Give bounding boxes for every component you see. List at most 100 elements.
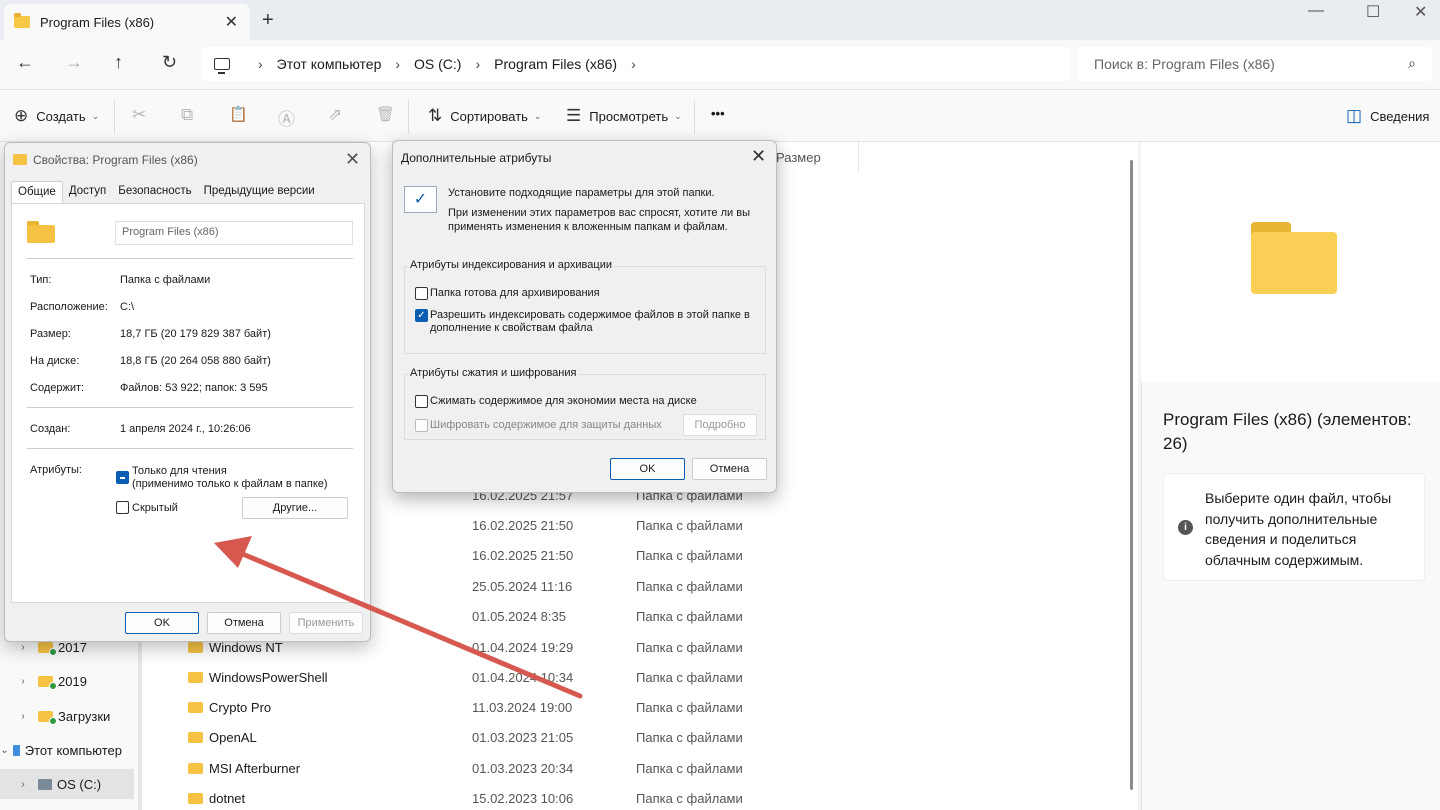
row-type: Папка с файлами xyxy=(636,669,743,685)
toolbar-divider xyxy=(694,100,695,134)
tree-item-drive-c[interactable]: › OS (C:) xyxy=(0,769,134,799)
hidden-checkbox[interactable] xyxy=(116,501,129,514)
row-name-label: Crypto Pro xyxy=(209,699,272,715)
crumb-folder[interactable]: Program Files (x86) xyxy=(494,56,617,72)
copy-icon[interactable]: ⧉ xyxy=(181,105,193,125)
ok-button[interactable]: OK xyxy=(125,612,199,634)
search-icon[interactable]: ⌕ xyxy=(1408,55,1416,72)
general-panel xyxy=(11,203,365,603)
apply-button[interactable]: Применить xyxy=(289,612,363,634)
properties-dialog: Свойства: Program Files (x86) ✕ Общие До… xyxy=(4,142,371,642)
file-list-scrollbar[interactable] xyxy=(1130,160,1133,790)
ok-button[interactable]: OK xyxy=(610,458,685,480)
refresh-button[interactable]: ↻ xyxy=(162,52,177,73)
crumb-drive[interactable]: OS (C:) xyxy=(414,56,461,72)
close-window-button[interactable]: ✕ xyxy=(1414,2,1427,22)
crumb-this-pc[interactable]: Этот компьютер xyxy=(277,56,382,72)
breadcrumb-separator[interactable]: › xyxy=(475,56,480,72)
tree-item-this-pc[interactable]: ⌄ Этот компьютер xyxy=(0,735,122,765)
view-icon: ☰ xyxy=(566,106,582,125)
compress-checkbox[interactable] xyxy=(415,395,428,408)
breadcrumb-separator[interactable]: › xyxy=(631,56,636,72)
row-type: Папка с файлами xyxy=(636,608,743,624)
minimize-button[interactable]: — xyxy=(1308,2,1324,20)
row-type: Папка с файлами xyxy=(636,578,743,594)
table-row[interactable]: OpenAL 01.03.2023 21:05 Папка с файлами xyxy=(142,722,1138,752)
search-input[interactable]: Поиск в: Program Files (x86) ⌕ xyxy=(1078,47,1432,81)
row-date: 01.04.2024 19:29 xyxy=(472,639,574,655)
row-date: 01.04.2024 10:34 xyxy=(472,669,574,685)
view-button[interactable]: ☰ Просмотреть ⌄ xyxy=(566,106,682,126)
advanced-button[interactable]: Другие... xyxy=(242,497,348,519)
tree-item-label: Загрузки xyxy=(58,708,111,724)
view-label: Просмотреть xyxy=(589,108,669,124)
chevron-right-icon[interactable]: › xyxy=(12,779,34,790)
readonly-label-line1: Только для чтения xyxy=(132,465,227,477)
created-value: 1 апреля 2024 г., 10:26:06 xyxy=(120,423,251,435)
row-name: Crypto Pro xyxy=(188,700,271,715)
tab-previous-versions[interactable]: Предыдущие версии xyxy=(198,181,321,203)
search-placeholder: Поиск в: Program Files (x86) xyxy=(1094,56,1275,72)
table-row[interactable]: dotnet 15.02.2023 10:06 Папка с файлами xyxy=(142,783,1138,810)
checkmark-icon: ✓ xyxy=(404,186,437,213)
cancel-button[interactable]: Отмена xyxy=(207,612,281,634)
row-name: MSI Afterburner xyxy=(188,761,300,776)
archive-checkbox[interactable] xyxy=(415,287,428,300)
compress-label: Сжимать содержимое для экономии места на… xyxy=(430,395,697,407)
index-checkbox[interactable]: ✓ xyxy=(415,309,428,322)
more-icon: ••• xyxy=(711,106,725,121)
share-icon[interactable]: ⇗ xyxy=(328,105,342,125)
row-date: 25.05.2024 11:16 xyxy=(472,578,573,594)
readonly-checkbox[interactable] xyxy=(116,471,129,484)
encrypt-checkbox[interactable] xyxy=(415,419,428,432)
sort-icon: ⇅ xyxy=(428,106,443,125)
close-icon[interactable]: ✕ xyxy=(345,149,360,170)
chevron-right-icon[interactable]: › xyxy=(12,642,34,653)
chevron-right-icon[interactable]: › xyxy=(12,676,34,687)
up-button[interactable]: ↑ xyxy=(114,52,123,73)
row-type: Папка с файлами xyxy=(636,547,743,563)
tab-general[interactable]: Общие xyxy=(11,181,63,203)
breadcrumb[interactable]: › Этот компьютер › OS (C:) › Program Fil… xyxy=(202,47,1070,81)
attributes-label: Атрибуты: xyxy=(30,464,82,476)
close-icon[interactable]: ✕ xyxy=(751,146,766,167)
cut-icon[interactable]: ✂ xyxy=(132,105,146,125)
folder-icon xyxy=(188,641,203,653)
tab-sharing[interactable]: Доступ xyxy=(63,181,112,203)
chevron-down-icon[interactable]: ⌄ xyxy=(0,745,9,756)
table-row[interactable]: WindowsPowerShell 01.04.2024 10:34 Папка… xyxy=(142,662,1138,692)
tree-item-downloads[interactable]: › Загрузки xyxy=(0,701,134,731)
advanced-attributes-dialog: Дополнительные атрибуты ✕ ✓ Установите п… xyxy=(392,140,777,493)
details-info-text: Выберите один файл, чтобы получить допол… xyxy=(1205,490,1392,568)
delete-icon[interactable]: 🗑 xyxy=(376,105,395,123)
details-button[interactable]: ◫ Сведения xyxy=(1346,106,1429,126)
row-date: 01.05.2024 8:35 xyxy=(472,608,566,624)
details-button[interactable]: Подробно xyxy=(683,414,757,436)
create-button[interactable]: ⊕ Создать ⌄ xyxy=(14,106,99,126)
divider xyxy=(27,258,353,259)
index-label: Разрешить индексировать содержимое файло… xyxy=(430,309,750,335)
folder-name-field[interactable]: Program Files (x86) xyxy=(115,221,353,245)
sort-label: Сортировать xyxy=(450,108,528,124)
cancel-button[interactable]: Отмена xyxy=(692,458,767,480)
back-button[interactable]: ← xyxy=(16,52,34,73)
column-header-size[interactable]: Размер xyxy=(776,150,821,165)
forward-button[interactable]: → xyxy=(65,52,83,73)
breadcrumb-separator[interactable]: › xyxy=(395,56,400,72)
close-tab-icon[interactable]: ✕ xyxy=(225,12,238,32)
rename-icon[interactable]: Ⓐ xyxy=(278,105,295,130)
maximize-button[interactable]: ☐ xyxy=(1366,2,1380,22)
paste-icon[interactable]: 📋 xyxy=(229,105,248,123)
explorer-tab[interactable]: Program Files (x86) ✕ xyxy=(4,4,250,40)
table-row[interactable]: Crypto Pro 11.03.2024 19:00 Папка с файл… xyxy=(142,692,1138,722)
folder-icon xyxy=(13,154,27,165)
table-row[interactable]: MSI Afterburner 01.03.2023 20:34 Папка с… xyxy=(142,753,1138,783)
more-button[interactable]: ••• xyxy=(711,106,725,121)
chevron-right-icon[interactable]: › xyxy=(12,711,34,722)
new-tab-button[interactable]: + xyxy=(262,9,274,32)
tree-item-2019[interactable]: › 2019 xyxy=(0,666,134,696)
breadcrumb-separator[interactable]: › xyxy=(258,56,263,72)
sort-button[interactable]: ⇅ Сортировать ⌄ xyxy=(428,106,541,126)
column-divider[interactable] xyxy=(858,142,859,172)
tab-security[interactable]: Безопасность xyxy=(112,181,197,203)
